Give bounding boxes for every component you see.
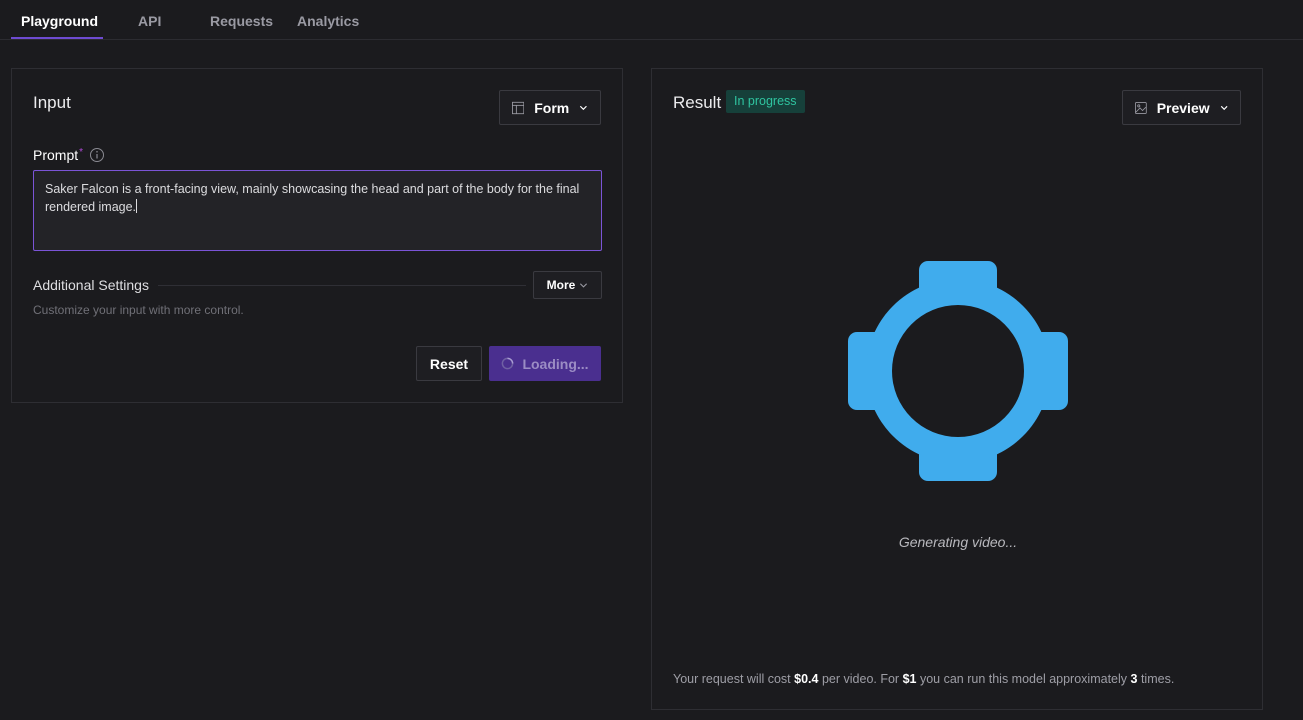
preview-view-label: Preview xyxy=(1156,99,1210,116)
tab-api[interactable]: API xyxy=(138,0,161,40)
layout-icon xyxy=(512,101,525,114)
cost-mid2: you can run this model approximately xyxy=(919,672,1128,686)
tab-playground[interactable]: Playground xyxy=(21,0,98,40)
more-settings-label: More xyxy=(546,278,576,292)
spinner-icon xyxy=(502,357,514,370)
active-tab-indicator xyxy=(11,37,103,39)
prompt-textarea[interactable]: Saker Falcon is a front-facing view, mai… xyxy=(33,170,602,251)
cost-prefix: Your request will cost xyxy=(673,672,791,686)
text-caret xyxy=(136,199,138,213)
input-panel: Input Form Prompt* Saker Falcon is a fro… xyxy=(11,68,623,403)
generating-status-text: Generating video... xyxy=(898,534,1018,550)
info-icon[interactable] xyxy=(89,147,105,163)
cost-runs: 3 xyxy=(1130,672,1138,686)
chevron-down-icon xyxy=(1220,105,1228,110)
tab-requests[interactable]: Requests xyxy=(210,0,273,40)
additional-settings-title: Additional Settings xyxy=(33,277,149,293)
preview-view-select[interactable]: Preview xyxy=(1122,90,1241,125)
chevron-down-icon xyxy=(580,282,588,288)
settings-divider xyxy=(158,285,526,286)
prompt-label-text: Prompt xyxy=(33,147,79,163)
cost-info: Your request will cost $0.4 per video. F… xyxy=(673,672,1174,686)
chevron-down-icon xyxy=(580,105,588,110)
image-icon xyxy=(1135,101,1147,114)
form-view-label: Form xyxy=(534,99,570,116)
settings-hint: Customize your input with more control. xyxy=(33,303,244,317)
result-panel-title: Result xyxy=(673,93,722,112)
prompt-label: Prompt* xyxy=(33,147,83,163)
cost-price: $0.4 xyxy=(794,672,819,686)
cost-budget: $1 xyxy=(902,672,917,686)
status-badge: In progress xyxy=(726,90,805,113)
cost-mid1: per video. For xyxy=(821,672,900,686)
submit-loading-button[interactable]: Loading... xyxy=(489,346,601,381)
tab-analytics[interactable]: Analytics xyxy=(297,0,359,40)
video-placeholder-icon xyxy=(848,261,1068,481)
form-view-select[interactable]: Form xyxy=(499,90,601,125)
input-panel-title: Input xyxy=(33,93,71,112)
prompt-text: Saker Falcon is a front-facing view, mai… xyxy=(45,182,580,214)
cost-suffix: times. xyxy=(1140,672,1175,686)
top-tab-bar: Playground API Requests Analytics xyxy=(0,0,1303,40)
result-panel: Result In progress Preview Generating vi… xyxy=(651,68,1263,710)
submit-loading-label: Loading... xyxy=(522,355,589,372)
required-marker: * xyxy=(79,147,84,158)
more-settings-button[interactable]: More xyxy=(533,271,602,299)
reset-button[interactable]: Reset xyxy=(416,346,482,381)
